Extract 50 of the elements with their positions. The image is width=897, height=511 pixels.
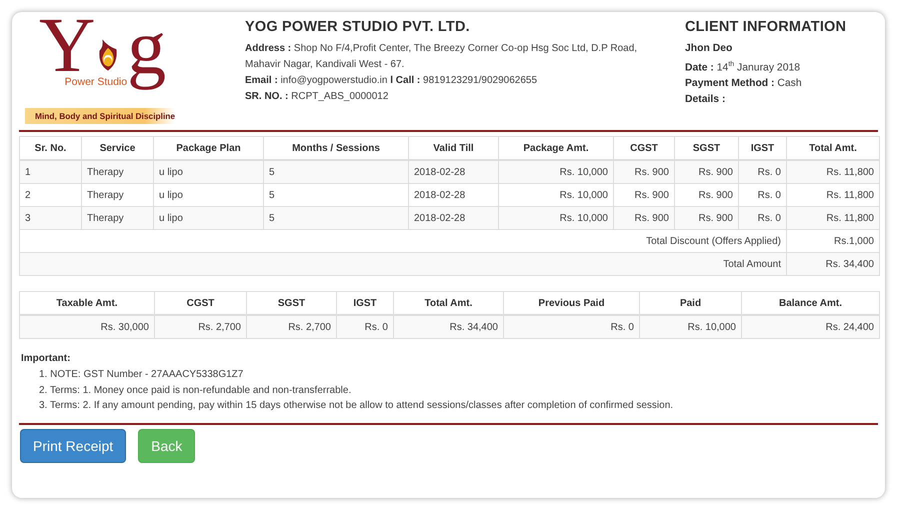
table-cell: Rs. 34,400 — [394, 315, 504, 338]
table-cell: Therapy — [82, 160, 154, 184]
note-item: 3. Terms: 2. If any amount pending, pay within 15 days otherwise not be allow to attend sessions/classes after completion of confirmed session. — [38, 399, 674, 413]
table-cell: Rs. 900 — [674, 206, 738, 230]
note-item: 2. Terms: 1. Money once paid is non-refundable and non-transferrable. — [38, 384, 352, 398]
client-detail: Date : 14$^{th}$ Januray 2018 — [685, 60, 802, 76]
table-cell: Rs. 900 — [614, 160, 674, 184]
table-cell: Rs. 900 — [674, 160, 738, 184]
client-title: CLIENT INFORMATION — [685, 19, 846, 35]
table-cell: 2018-02-28 — [408, 160, 498, 184]
company-detail: Address : Shop No F/4,Profit Center, The Breezy Corner Co-op Hsg Soc Ltd, D.P Road, — [245, 42, 638, 56]
logo-tagline: Mind, Body and Spiritual Discipline — [25, 108, 175, 124]
table-cell: Rs. 0 — [738, 160, 786, 184]
company-name: YOG POWER STUDIO PVT. LTD. — [245, 19, 471, 35]
logo-subtitle: Power Studio — [64, 76, 128, 88]
table-cell: Rs. 11,800 — [786, 160, 880, 184]
client-detail: Payment Method : Cash — [685, 77, 803, 92]
table-cell: Rs. 30,000 — [20, 315, 154, 338]
table-cell: Rs. 10,000 — [640, 315, 742, 338]
table-cell: u lipo — [154, 206, 264, 230]
table-cell: Rs. 10,000 — [498, 206, 614, 230]
table-cell: Rs. 2,700 — [154, 315, 246, 338]
table-cell: Rs. 0 — [504, 315, 640, 338]
table-cell: Rs. 24,400 — [742, 315, 880, 338]
summary-value: Rs. 34,400 — [786, 252, 880, 276]
table-cell: 5 — [264, 206, 408, 230]
company-detail: Mahavir Nagar, Kandivali West - 67. — [245, 58, 406, 72]
notes-title: Important: — [21, 353, 72, 364]
table-cell: Rs. 2,700 — [246, 315, 336, 338]
table-cell: Rs. 0 — [336, 315, 394, 338]
table-cell: 3 — [20, 206, 82, 230]
table-cell: Rs. 900 — [614, 206, 674, 230]
summary-label: Total Amount — [20, 252, 786, 276]
print-receipt-button[interactable]: Print Receipt — [20, 429, 126, 463]
note-item: 1. NOTE: GST Number - 27AAACY5338G1Z7 — [38, 368, 244, 382]
logo-letter: g — [127, 2, 168, 92]
client-detail: Jhon Deo — [685, 42, 734, 56]
company-detail: Email : info@yogpowerstudio.in l Call : 9819123291/9029062655 — [245, 74, 538, 88]
table-cell: Rs. 10,000 — [498, 160, 614, 184]
table-cell: 2018-02-28 — [408, 206, 498, 230]
logo-letter: Y — [39, 14, 96, 76]
table-cell: Rs. 0 — [738, 206, 786, 230]
table-cell: u lipo — [154, 160, 264, 184]
company-detail: SR. NO. : RCPT_ABS_0000012 — [245, 90, 390, 104]
table-cell: 5 — [264, 160, 408, 184]
table-cell: 1 — [20, 160, 82, 184]
table-cell: Therapy — [82, 206, 154, 230]
client-detail: Details : — [685, 93, 726, 108]
table-cell: Rs. 11,800 — [786, 206, 880, 230]
back-button[interactable]: Back — [138, 429, 196, 463]
